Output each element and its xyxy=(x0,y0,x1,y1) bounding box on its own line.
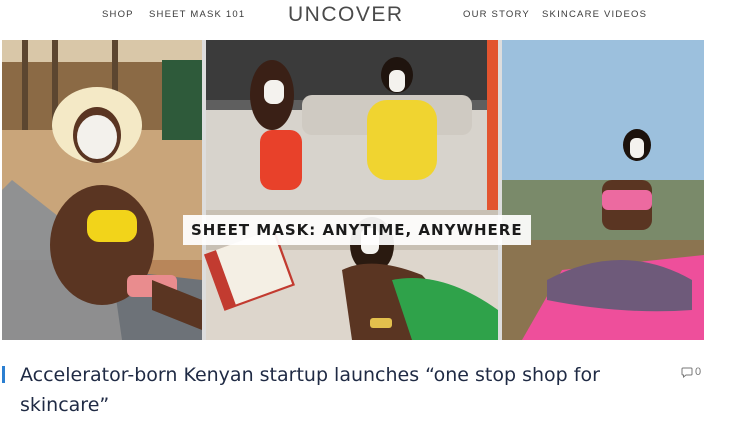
nav-sheet-mask-101[interactable]: SHEET MASK 101 xyxy=(149,9,245,20)
comment-count[interactable]: 0 xyxy=(681,366,701,378)
nav-our-story[interactable]: OUR STORY xyxy=(463,9,530,20)
hero-caption: SHEET MASK: ANYTIME, ANYWHERE xyxy=(183,215,531,245)
logo-text: UNCOVER xyxy=(288,3,404,26)
comment-count-value: 0 xyxy=(695,366,702,378)
title-accent-bar xyxy=(2,366,5,383)
nav-shop[interactable]: SHOP xyxy=(102,9,134,20)
nav-skincare-videos[interactable]: SKINCARE VIDEOS xyxy=(542,9,647,20)
panel-couch xyxy=(206,40,498,210)
page: SHOP SHEET MASK 101 UNCOVER OUR STORY SK… xyxy=(0,0,732,434)
comment-icon xyxy=(681,367,693,378)
article-title-link[interactable]: Accelerator-born Kenyan startup launches… xyxy=(20,360,620,420)
site-header: SHOP SHEET MASK 101 UNCOVER OUR STORY SK… xyxy=(0,0,732,32)
panel-yoga xyxy=(502,40,704,340)
hero-collage-illustration xyxy=(2,40,704,340)
panel-lounge-chair xyxy=(2,40,202,340)
site-logo[interactable]: UNCOVER xyxy=(287,2,404,28)
hero-image[interactable]: SHEET MASK: ANYTIME, ANYWHERE xyxy=(2,40,704,340)
